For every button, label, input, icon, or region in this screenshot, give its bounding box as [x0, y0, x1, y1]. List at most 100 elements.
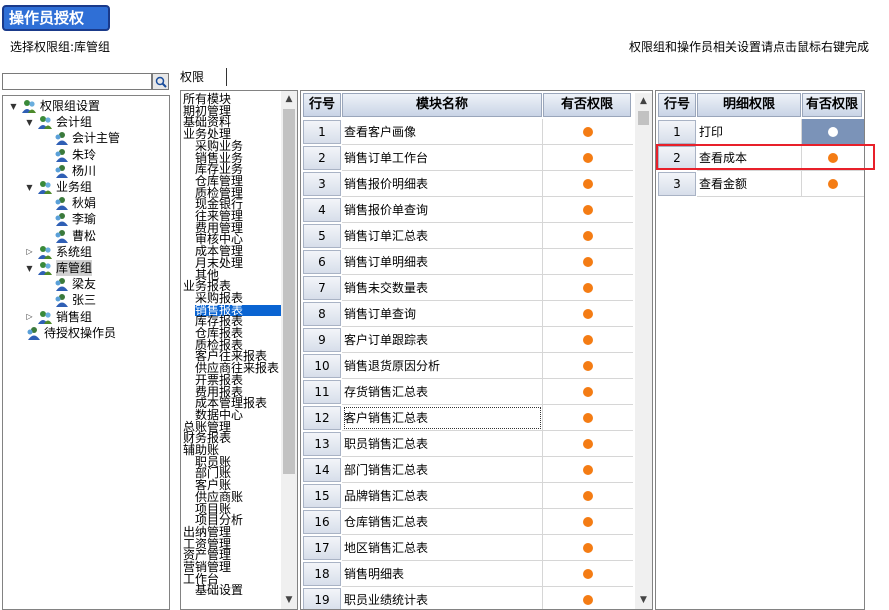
module-list-scrollbar[interactable]: ▲ ▼	[281, 91, 297, 609]
tree-group[interactable]: ▷ 销售组	[25, 309, 92, 325]
permission-cell[interactable]	[543, 587, 633, 609]
scrollbar-thumb[interactable]	[638, 111, 649, 125]
permission-cell[interactable]	[543, 431, 633, 457]
permission-cell[interactable]	[543, 561, 633, 587]
expand-icon[interactable]: ▷	[25, 312, 34, 321]
header-has-permission: 有否权限	[543, 93, 631, 117]
tree-node-label: 会计组	[56, 115, 93, 130]
row-number: 18	[303, 562, 341, 586]
collapse-icon[interactable]: ▼	[9, 102, 18, 111]
row-number: 17	[303, 536, 341, 560]
tree-user[interactable]: 会计主管	[53, 130, 120, 146]
permission-cell[interactable]	[802, 119, 864, 145]
row-number: 2	[303, 146, 341, 170]
module-name-cell[interactable]: 销售订单查询	[342, 301, 543, 327]
module-list[interactable]: 所有模块 期初管理 基础资料 业务处理 采购业务 销售业务 库存业务 仓库管理 质检管理 现金银行…	[180, 90, 298, 610]
module-name-cell[interactable]: 查看客户画像	[342, 119, 543, 145]
tab-permission[interactable]: 权限	[180, 68, 204, 85]
module-name-cell[interactable]: 销售未交数量表	[342, 275, 543, 301]
tree-user[interactable]: 杨川	[53, 163, 96, 179]
header-has-permission: 有否权限	[802, 93, 862, 117]
tree-user[interactable]: 梁友	[53, 276, 96, 292]
permission-cell[interactable]	[543, 483, 633, 509]
module-name-cell[interactable]: 客户订单跟踪表	[342, 327, 543, 353]
permission-cell[interactable]	[543, 275, 633, 301]
scroll-up-arrow-icon[interactable]: ▲	[635, 93, 652, 110]
collapse-icon[interactable]: ▼	[25, 118, 34, 127]
header-module-name: 模块名称	[342, 93, 542, 117]
module-name-cell[interactable]: 销售订单汇总表	[342, 223, 543, 249]
module-name-cell[interactable]: 地区销售汇总表	[342, 535, 543, 561]
module-item[interactable]: 基础设置	[195, 584, 243, 596]
module-name-cell[interactable]: 职员业绩统计表	[342, 587, 543, 609]
scrollbar-thumb[interactable]	[283, 109, 295, 474]
search-button[interactable]	[152, 73, 169, 90]
module-name-cell[interactable]: 销售报价单查询	[342, 197, 543, 223]
module-name-cell[interactable]: 销售订单明细表	[342, 249, 543, 275]
search-icon	[155, 76, 167, 88]
permission-cell[interactable]	[543, 353, 633, 379]
scroll-up-arrow-icon[interactable]: ▲	[281, 91, 297, 108]
tree-group[interactable]: ▷ 系统组	[25, 244, 92, 260]
tree-group[interactable]: ▼ 会计组	[25, 114, 92, 130]
permission-cell[interactable]	[543, 249, 633, 275]
tree-group[interactable]: ▼ 业务组	[25, 179, 92, 195]
module-name-cell[interactable]: 存货销售汇总表	[342, 379, 543, 405]
module-name-cell[interactable]: 品牌销售汇总表	[342, 483, 543, 509]
permission-group-tree[interactable]: ▼ 权限组设置 ▼ 会计组 会计主管 朱玲 杨川 ▼ 业务组 秋娟 李瑜 曹松 ▷ 系统组 ▼ 库管组 梁友 张三…	[2, 95, 170, 610]
permission-cell[interactable]	[543, 379, 633, 405]
tree-user[interactable]: 曹松	[53, 228, 96, 244]
tree-pending-operators[interactable]: 待授权操作员	[25, 325, 116, 341]
module-name-cell[interactable]: 销售退货原因分析	[342, 353, 543, 379]
tree-root[interactable]: ▼ 权限组设置	[9, 98, 100, 114]
row-number: 3	[658, 172, 696, 196]
collapse-icon[interactable]: ▼	[25, 264, 34, 273]
expand-icon[interactable]: ▷	[25, 247, 34, 256]
permission-cell[interactable]	[543, 223, 633, 249]
permission-cell[interactable]	[543, 327, 633, 353]
permission-cell[interactable]	[543, 171, 633, 197]
collapse-icon[interactable]: ▼	[25, 183, 34, 192]
permission-dot-icon	[583, 438, 593, 449]
tree-node-label: 朱玲	[72, 147, 97, 162]
scroll-down-arrow-icon[interactable]: ▼	[281, 592, 297, 609]
tree-group[interactable]: ▼ 库管组	[25, 260, 93, 276]
permission-cell[interactable]	[543, 145, 633, 171]
module-name-cell[interactable]: 销售报价明细表	[342, 171, 543, 197]
tree-user[interactable]: 张三	[53, 292, 96, 308]
grid-scrollbar[interactable]: ▲ ▼	[635, 93, 652, 609]
module-name-cell[interactable]: 销售订单工作台	[342, 145, 543, 171]
row-number: 13	[303, 432, 341, 456]
header-row-no: 行号	[658, 93, 696, 117]
module-name-cell[interactable]: 仓库销售汇总表	[342, 509, 543, 535]
module-name-cell[interactable]: 职员销售汇总表	[342, 431, 543, 457]
permission-cell[interactable]	[543, 535, 633, 561]
group-icon	[37, 261, 53, 275]
tree-user[interactable]: 李瑜	[53, 211, 96, 227]
group-icon	[21, 99, 37, 113]
tree-node-label: 张三	[72, 293, 97, 308]
permission-cell[interactable]	[543, 119, 633, 145]
module-name-cell[interactable]: 销售明细表	[342, 561, 543, 587]
header-row-no: 行号	[303, 93, 341, 117]
permission-cell[interactable]	[802, 171, 864, 197]
user-icon	[53, 277, 69, 292]
permission-cell[interactable]	[543, 457, 633, 483]
permission-cell[interactable]	[543, 405, 633, 431]
detail-name-cell[interactable]: 打印	[697, 119, 802, 145]
scroll-down-arrow-icon[interactable]: ▼	[635, 592, 652, 609]
permission-cell[interactable]	[543, 509, 633, 535]
row-number: 16	[303, 510, 341, 534]
tree-node-label: 秋娟	[72, 196, 97, 211]
module-permission-grid[interactable]: 行号 模块名称 有否权限 1 查看客户画像 2 销售订单工作台 3 销售报价明细表 4 销售报…	[300, 90, 653, 610]
permission-cell[interactable]	[543, 197, 633, 223]
search-input[interactable]	[2, 73, 152, 90]
row-number: 10	[303, 354, 341, 378]
module-name-cell[interactable]: 客户销售汇总表	[342, 405, 543, 431]
module-name-cell[interactable]: 部门销售汇总表	[342, 457, 543, 483]
permission-cell[interactable]	[543, 301, 633, 327]
detail-name-cell[interactable]: 查看金额	[697, 171, 802, 197]
tree-user[interactable]: 秋娟	[53, 195, 96, 211]
tree-user[interactable]: 朱玲	[53, 147, 96, 163]
group-icon	[37, 245, 53, 259]
